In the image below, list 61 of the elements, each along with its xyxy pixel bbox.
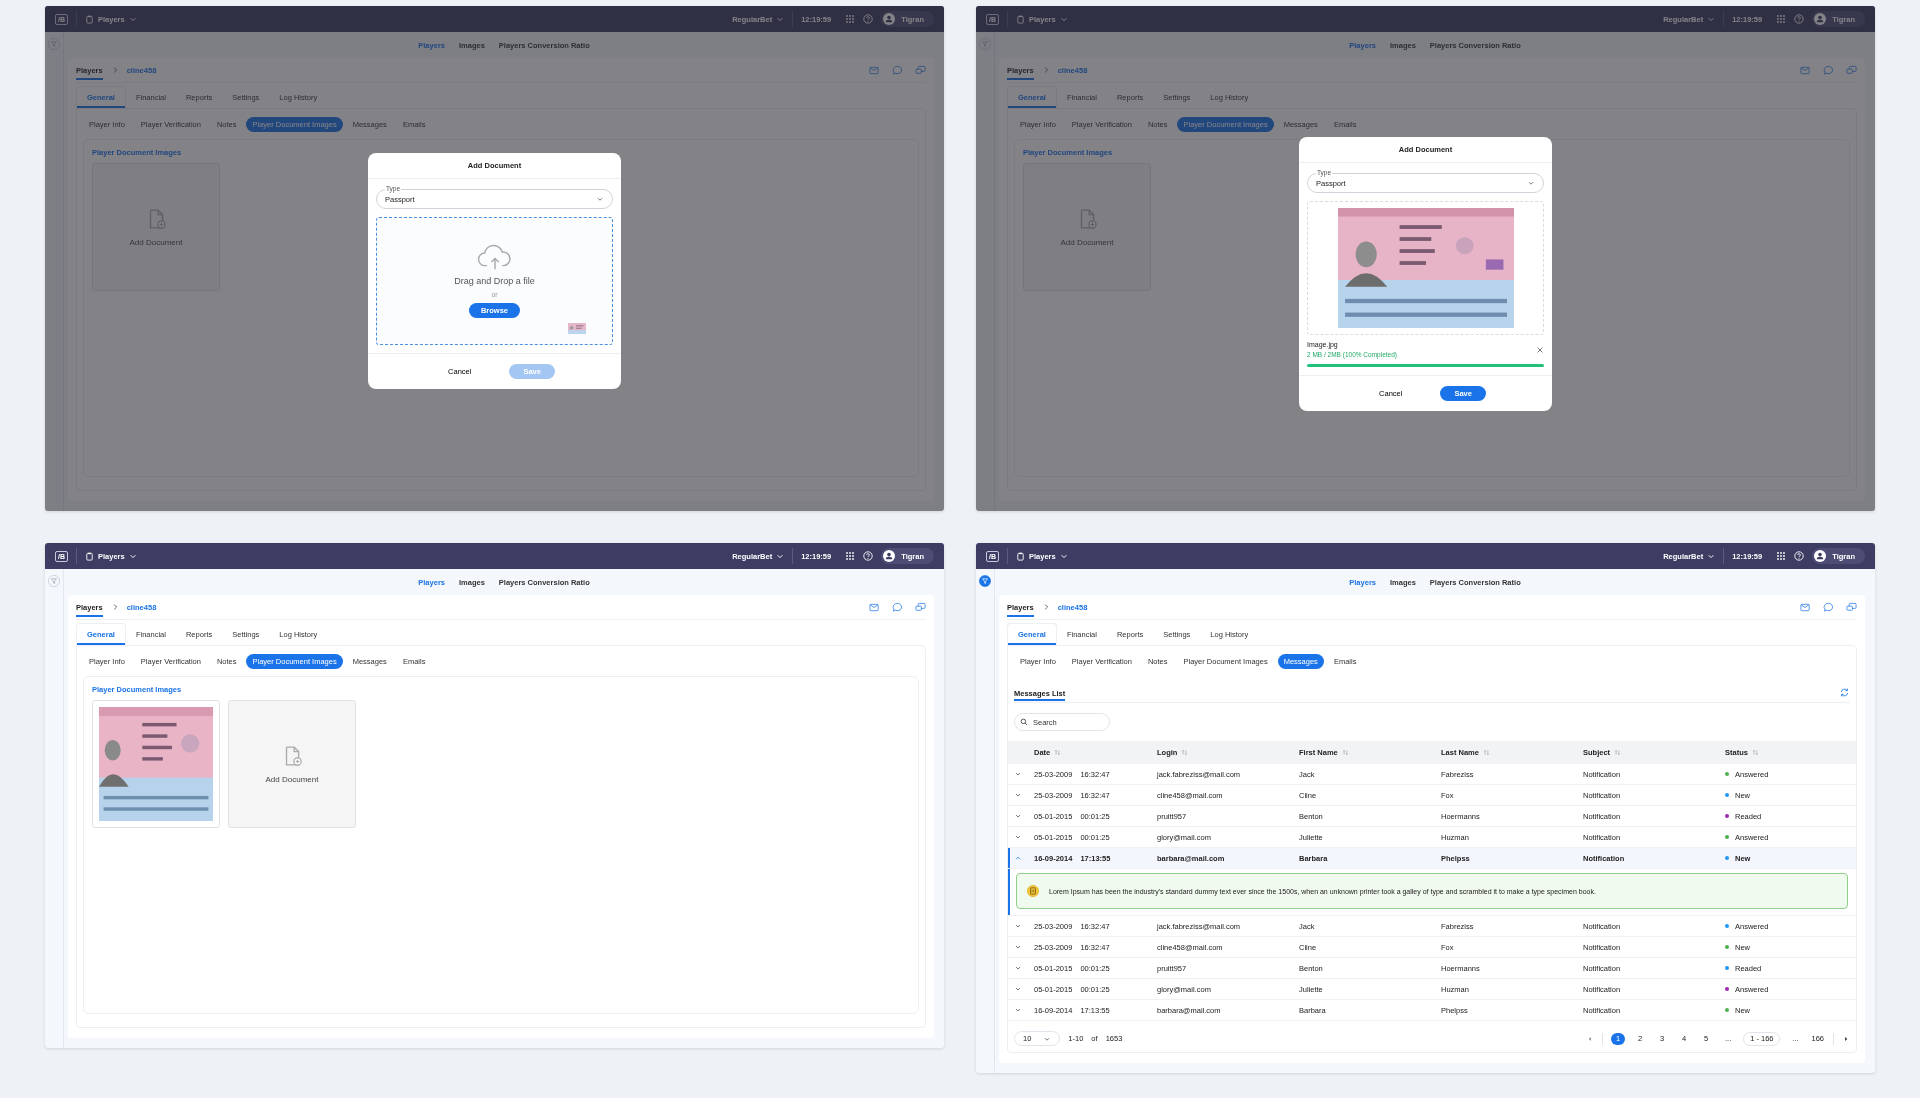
chevron-icon[interactable] (1014, 770, 1022, 778)
caret-icon (128, 15, 137, 23)
sort-icon[interactable] (1054, 748, 1062, 756)
chat-icon[interactable] (892, 601, 903, 613)
chevron-icon[interactable] (1014, 964, 1022, 972)
sort-icon[interactable] (1751, 748, 1759, 756)
chevron-icon[interactable] (1014, 985, 1022, 993)
clipboard-icon (85, 551, 94, 561)
mail-icon[interactable] (1800, 601, 1811, 613)
filter-icon[interactable] (979, 575, 991, 587)
avatar-icon (883, 13, 896, 25)
apps-grid-icon[interactable] (1776, 551, 1787, 561)
chats-icon[interactable] (1846, 64, 1857, 76)
caret-icon (128, 552, 137, 560)
sort-icon[interactable] (1181, 748, 1189, 756)
sort-icon[interactable] (1614, 748, 1622, 756)
chevron-icon[interactable] (1014, 812, 1022, 820)
chevron-icon[interactable] (1014, 833, 1022, 841)
chat-icon[interactable] (1823, 601, 1834, 613)
caret-icon (776, 15, 785, 23)
clipboard-icon (85, 14, 94, 24)
clipboard-icon (1016, 14, 1025, 24)
caret-icon (596, 195, 604, 203)
help-icon[interactable] (863, 551, 874, 561)
mail-icon[interactable] (869, 64, 880, 76)
chevron-icon[interactable] (1014, 922, 1022, 930)
chevron-icon[interactable] (1014, 943, 1022, 951)
chats-icon[interactable] (915, 601, 926, 613)
add-document-card[interactable]: Add Document (228, 700, 356, 828)
clipboard-badge-icon (1025, 883, 1041, 899)
sort-icon[interactable] (1482, 748, 1490, 756)
caret-icon (1527, 179, 1535, 187)
caret-icon (1059, 552, 1068, 560)
caret-icon (1059, 15, 1068, 23)
chats-icon[interactable] (915, 64, 926, 76)
next-page-icon[interactable] (1842, 1034, 1850, 1043)
refresh-icon[interactable] (1839, 686, 1850, 698)
caret-icon (1707, 15, 1716, 23)
chat-icon[interactable] (1823, 64, 1834, 76)
avatar-icon (1814, 550, 1827, 562)
search-icon (1020, 718, 1028, 726)
help-icon[interactable] (1794, 551, 1805, 561)
avatar-icon (883, 550, 896, 562)
caret-icon (776, 552, 785, 560)
apps-grid-icon[interactable] (1776, 14, 1787, 24)
chat-icon[interactable] (892, 64, 903, 76)
chevron-icon[interactable] (1014, 791, 1022, 799)
avatar-icon (1814, 13, 1827, 25)
mail-icon[interactable] (869, 601, 880, 613)
chevron-icon[interactable] (1014, 1006, 1022, 1014)
chats-icon[interactable] (1846, 601, 1857, 613)
clipboard-icon (1016, 551, 1025, 561)
drop-instruction: Drag and Drop a file (454, 276, 535, 286)
mail-icon[interactable] (1800, 64, 1811, 76)
cloud-upload-icon (476, 244, 513, 271)
caret-icon (1707, 552, 1716, 560)
sort-icon[interactable] (1341, 748, 1349, 756)
apps-grid-icon[interactable] (845, 14, 856, 24)
apps-grid-icon[interactable] (845, 551, 856, 561)
close-icon[interactable] (1536, 345, 1544, 354)
chevron-icon[interactable] (1014, 854, 1022, 862)
